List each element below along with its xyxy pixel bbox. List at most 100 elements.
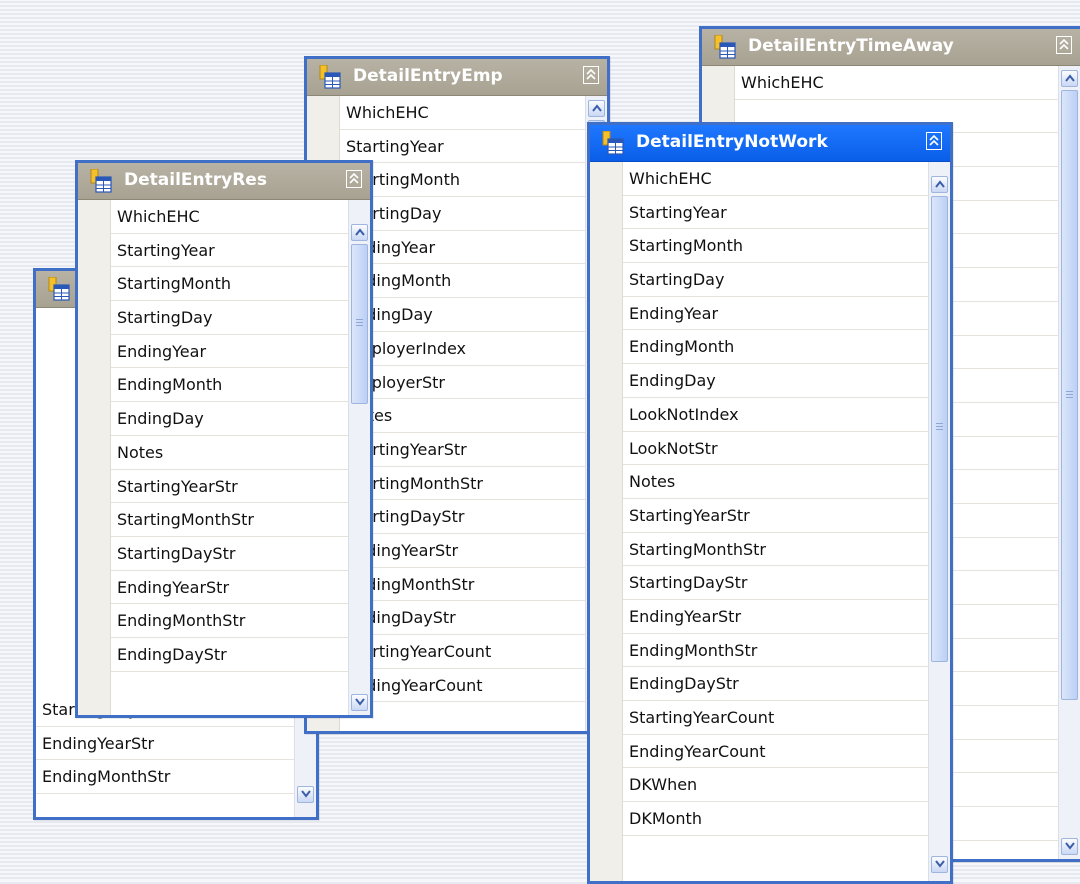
column-item[interactable]: StartingMonth (111, 267, 348, 302)
column-item[interactable]: WhichEHC (111, 200, 348, 234)
column-item[interactable]: StartingYearCount (340, 635, 585, 669)
column-item[interactable]: EndingYearStr (623, 600, 928, 634)
column-item[interactable]: EndingMonthStr (111, 604, 348, 638)
title-bar[interactable]: DetailEntryRes (78, 163, 370, 200)
column-item[interactable]: LookNotStr (623, 432, 928, 466)
table-icon (319, 65, 341, 89)
scroll-thumb[interactable] (1061, 90, 1078, 700)
collapse-icon (929, 135, 939, 147)
scroll-thumb[interactable] (351, 244, 368, 404)
title-bar[interactable]: DetailEntryTimeAway (702, 29, 1080, 66)
row-selector-gutter (78, 200, 111, 715)
column-item[interactable]: Notes (623, 465, 928, 499)
column-item[interactable]: StartingMonthStr (623, 533, 928, 567)
column-item[interactable]: EndingYear (111, 335, 348, 369)
column-item[interactable]: Notes (111, 436, 348, 470)
column-item[interactable]: Notes (340, 399, 585, 433)
scroll-up-button[interactable] (1061, 70, 1078, 87)
column-item[interactable]: StartingDay (340, 197, 585, 231)
column-item[interactable]: StartingMonth (340, 163, 585, 198)
table-title: DetailEntryEmp (353, 66, 503, 86)
scroll-up-icon (592, 104, 602, 112)
table-window-detailentryres[interactable]: DetailEntryRes WhichEHC StartingYear Sta… (75, 160, 373, 718)
collapse-button[interactable] (926, 132, 942, 150)
collapse-button[interactable] (583, 66, 599, 84)
column-item[interactable]: StartingMonthStr (111, 503, 348, 537)
column-item[interactable]: EndingYear (340, 231, 585, 265)
column-item[interactable]: StartingYearStr (340, 433, 585, 467)
scroll-up-button[interactable] (931, 176, 948, 193)
column-item[interactable]: EndingYearCount (623, 735, 928, 769)
collapse-icon (1059, 39, 1069, 51)
column-item[interactable]: WhichEHC (623, 162, 928, 196)
table-title: DetailEntryNotWork (636, 132, 828, 152)
scroll-down-button[interactable] (1061, 838, 1078, 855)
column-item[interactable]: StartingDayStr (340, 500, 585, 534)
column-item[interactable]: StartingDay (623, 263, 928, 297)
column-item[interactable]: EndingMonthStr (36, 760, 294, 795)
column-item[interactable]: EndingYearStr (111, 571, 348, 605)
column-rows: WhichEHC StartingYear StartingMonth Star… (340, 96, 585, 703)
scroll-down-button[interactable] (351, 694, 368, 711)
scroll-down-button[interactable] (931, 856, 948, 873)
table-icon (48, 277, 70, 301)
column-item[interactable]: StartingYearCount (623, 701, 928, 735)
column-item[interactable]: EndingDayStr (623, 667, 928, 701)
column-item[interactable]: EmployerStr (340, 366, 585, 400)
title-bar[interactable]: DetailEntryEmp (307, 59, 607, 96)
table-window-detailentrynotwork[interactable]: DetailEntryNotWork WhichEHC StartingYear… (587, 122, 953, 884)
table-icon (602, 131, 624, 155)
table-title: DetailEntryRes (124, 170, 267, 190)
collapse-button[interactable] (346, 170, 362, 188)
column-item[interactable]: StartingYear (111, 234, 348, 268)
column-item[interactable]: WhichEHC (340, 96, 585, 130)
column-list: WhichEHC StartingYear StartingMonth Star… (78, 200, 370, 715)
column-item[interactable]: StartingYear (340, 130, 585, 164)
column-item[interactable]: EndingDay (340, 298, 585, 332)
column-item[interactable]: EndingDay (623, 364, 928, 398)
column-item[interactable]: StartingYearStr (111, 470, 348, 504)
scroll-down-icon (355, 698, 365, 706)
column-item[interactable]: EndingMonth (340, 264, 585, 299)
column-item[interactable]: EndingMonthStr (340, 568, 585, 602)
collapse-icon (586, 69, 596, 81)
column-item[interactable]: EndingMonthStr (623, 634, 928, 668)
column-item[interactable]: StartingMonth (623, 229, 928, 264)
column-item[interactable]: StartingDay (111, 301, 348, 335)
vertical-scrollbar[interactable] (928, 162, 950, 881)
vertical-scrollbar[interactable] (348, 200, 370, 715)
column-item[interactable]: LookNotIndex (623, 398, 928, 432)
column-item[interactable]: DKWhen (623, 768, 928, 803)
column-item[interactable]: EndingYearCount (340, 669, 585, 703)
column-item[interactable]: EndingDay (111, 402, 348, 436)
column-item[interactable]: EndingMonth (623, 330, 928, 365)
column-item[interactable]: EndingYearStr (36, 727, 294, 761)
vertical-scrollbar[interactable] (1058, 66, 1080, 859)
column-item[interactable]: EndingYearStr (340, 534, 585, 568)
column-item[interactable]: EndingYear (623, 297, 928, 331)
column-item[interactable]: StartingMonthStr (340, 467, 585, 501)
column-item[interactable]: EndingMonth (111, 368, 348, 403)
column-item[interactable]: DKMonth (623, 802, 928, 836)
column-item[interactable]: WhichEHC (735, 66, 1058, 100)
column-item[interactable]: EndingDayStr (111, 638, 348, 672)
scroll-down-icon (1065, 842, 1075, 850)
scroll-up-icon (1065, 74, 1075, 82)
column-item[interactable]: StartingYear (623, 196, 928, 230)
column-item[interactable]: StartingYearStr (623, 499, 928, 533)
scroll-up-button[interactable] (588, 100, 605, 117)
title-bar[interactable]: DetailEntryNotWork (590, 125, 950, 162)
scroll-down-icon (935, 860, 945, 868)
column-item[interactable]: EndingDayStr (340, 601, 585, 635)
column-item[interactable]: StartingDayStr (623, 566, 928, 600)
column-rows: WhichEHC StartingYear StartingMonth Star… (111, 200, 348, 672)
scroll-up-button[interactable] (351, 224, 368, 241)
table-icon (714, 35, 736, 59)
scroll-up-icon (935, 180, 945, 188)
column-item[interactable]: StartingDayStr (111, 537, 348, 571)
scroll-thumb[interactable] (931, 196, 948, 662)
collapse-button[interactable] (1056, 36, 1072, 54)
scroll-down-button[interactable] (297, 786, 314, 803)
column-item[interactable]: EmployerIndex (340, 332, 585, 366)
row-selector-gutter (590, 162, 623, 881)
